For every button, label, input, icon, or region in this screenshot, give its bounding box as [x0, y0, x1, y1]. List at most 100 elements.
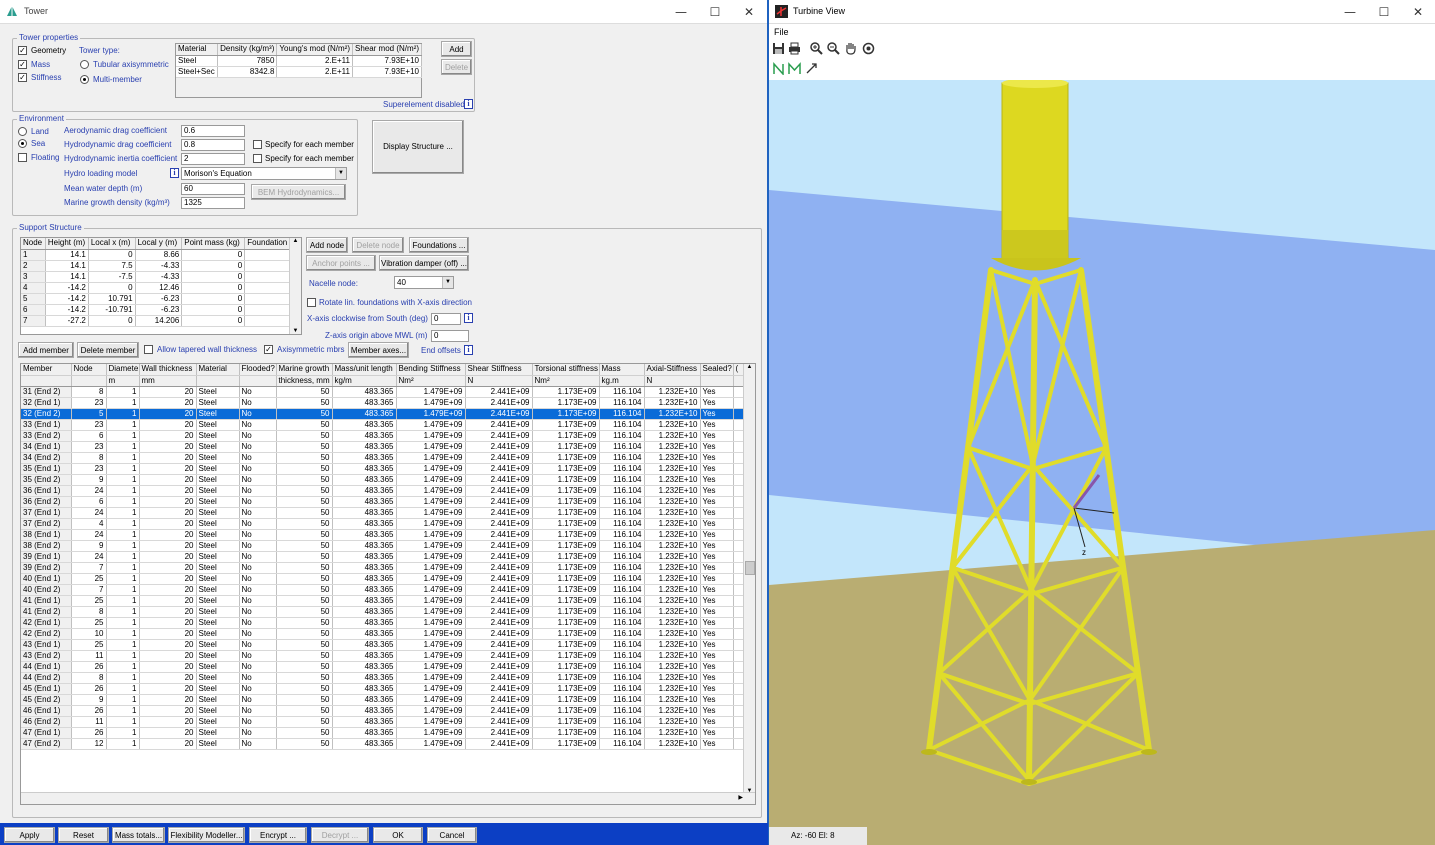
- member-axes-button[interactable]: Member axes...: [348, 342, 409, 358]
- node-row[interactable]: 5 -14.2 10.791 -6.23 0: [21, 293, 291, 305]
- member-cell[interactable]: [733, 419, 744, 431]
- member-cell[interactable]: Yes: [700, 584, 734, 596]
- member-cell[interactable]: 20: [139, 441, 197, 453]
- member-cell[interactable]: 20: [139, 661, 197, 673]
- member-cell[interactable]: 1: [106, 430, 140, 442]
- member-cell[interactable]: 1.232E+10: [644, 650, 701, 662]
- member-cell[interactable]: 483.365: [332, 584, 397, 596]
- node-cell[interactable]: -6.23: [135, 293, 183, 305]
- member-cell[interactable]: 1.173E+09: [532, 386, 600, 398]
- member-cell[interactable]: 20: [139, 452, 197, 464]
- node-cell[interactable]: 8.66: [135, 249, 183, 261]
- member-cell[interactable]: Steel: [196, 650, 240, 662]
- member-cell[interactable]: 483.365: [332, 463, 397, 475]
- member-cell[interactable]: 42 (End 2): [21, 628, 72, 640]
- member-row[interactable]: 36 (End 1) 24 1 20 Steel No 50 483.365 1.479E+09…: [21, 485, 744, 497]
- member-cell[interactable]: 38 (End 1): [21, 529, 72, 541]
- member-cell[interactable]: Steel: [196, 430, 240, 442]
- member-cell[interactable]: 2.441E+09: [465, 628, 533, 640]
- member-cell[interactable]: [733, 650, 744, 662]
- member-cell[interactable]: 1.173E+09: [532, 562, 600, 574]
- member-cell[interactable]: No: [239, 672, 277, 684]
- member-cell[interactable]: 1.479E+09: [396, 650, 466, 662]
- anchor-points-button[interactable]: Anchor points ...: [306, 255, 376, 271]
- member-cell[interactable]: 23: [71, 397, 107, 409]
- member-cell[interactable]: [733, 452, 744, 464]
- node-cell[interactable]: -6.23: [135, 304, 183, 316]
- member-cell[interactable]: 1.479E+09: [396, 716, 466, 728]
- member-cell[interactable]: [733, 474, 744, 486]
- member-cell[interactable]: 1.173E+09: [532, 551, 600, 563]
- member-cell[interactable]: 2.441E+09: [465, 595, 533, 607]
- member-cell[interactable]: 2.441E+09: [465, 573, 533, 585]
- member-cell[interactable]: 50: [276, 474, 333, 486]
- member-cell[interactable]: 25: [71, 595, 107, 607]
- member-cell[interactable]: 1.173E+09: [532, 463, 600, 475]
- member-cell[interactable]: 20: [139, 474, 197, 486]
- member-cell[interactable]: [733, 584, 744, 596]
- member-cell[interactable]: 116.104: [599, 705, 645, 717]
- member-cell[interactable]: 45 (End 1): [21, 683, 72, 695]
- member-cell[interactable]: 1.173E+09: [532, 430, 600, 442]
- member-cell[interactable]: 1: [106, 628, 140, 640]
- member-cell[interactable]: Yes: [700, 716, 734, 728]
- member-cell[interactable]: Steel: [196, 485, 240, 497]
- member-cell[interactable]: 2.441E+09: [465, 419, 533, 431]
- member-cell[interactable]: 24: [71, 507, 107, 519]
- member-cell[interactable]: 41 (End 1): [21, 595, 72, 607]
- member-cell[interactable]: 1.479E+09: [396, 463, 466, 475]
- node-cell[interactable]: 1: [21, 249, 46, 261]
- member-cell[interactable]: 26: [71, 683, 107, 695]
- member-cell[interactable]: Steel: [196, 463, 240, 475]
- member-cell[interactable]: 50: [276, 540, 333, 552]
- member-row[interactable]: 42 (End 1) 25 1 20 Steel No 50 483.365 1.479E+09…: [21, 617, 744, 629]
- close-button[interactable]: ✕: [734, 4, 764, 20]
- member-cell[interactable]: 116.104: [599, 573, 645, 585]
- member-cell[interactable]: No: [239, 474, 277, 486]
- member-cell[interactable]: 483.365: [332, 628, 397, 640]
- member-cell[interactable]: 7: [71, 584, 107, 596]
- member-cell[interactable]: 1.173E+09: [532, 529, 600, 541]
- member-cell[interactable]: 1.173E+09: [532, 595, 600, 607]
- superelement-info-icon[interactable]: i: [464, 99, 473, 109]
- member-cell[interactable]: 1: [106, 716, 140, 728]
- node-cell[interactable]: 0: [181, 282, 246, 294]
- member-cell[interactable]: [733, 496, 744, 508]
- node-cell[interactable]: 0: [88, 249, 136, 261]
- member-cell[interactable]: [733, 639, 744, 651]
- member-cell[interactable]: 20: [139, 518, 197, 530]
- member-cell[interactable]: 47 (End 1): [21, 727, 72, 739]
- member-cell[interactable]: 1: [106, 738, 140, 750]
- member-cell[interactable]: Steel: [196, 573, 240, 585]
- member-cell[interactable]: 116.104: [599, 606, 645, 618]
- member-cell[interactable]: [733, 595, 744, 607]
- water-depth-input[interactable]: 60: [181, 183, 245, 195]
- member-cell[interactable]: 1.479E+09: [396, 694, 466, 706]
- member-cell[interactable]: 116.104: [599, 650, 645, 662]
- ok-button[interactable]: OK: [373, 827, 423, 843]
- member-cell[interactable]: 50: [276, 529, 333, 541]
- member-cell[interactable]: 20: [139, 551, 197, 563]
- member-cell[interactable]: No: [239, 694, 277, 706]
- member-cell[interactable]: 1: [106, 540, 140, 552]
- apply-button[interactable]: Apply: [4, 827, 55, 843]
- shear-cell[interactable]: 7.93E+10: [352, 66, 423, 78]
- member-cell[interactable]: 483.365: [332, 694, 397, 706]
- member-cell[interactable]: [733, 551, 744, 563]
- member-cell[interactable]: 2.441E+09: [465, 694, 533, 706]
- member-cell[interactable]: Yes: [700, 496, 734, 508]
- member-row[interactable]: 34 (End 2) 8 1 20 Steel No 50 483.365 1.479E+09 2…: [21, 452, 744, 464]
- member-cell[interactable]: 24: [71, 551, 107, 563]
- z-axis-input[interactable]: 0: [431, 330, 469, 342]
- member-cell[interactable]: 1.232E+10: [644, 672, 701, 684]
- member-cell[interactable]: 483.365: [332, 617, 397, 629]
- node-cell[interactable]: [244, 304, 291, 316]
- member-cell[interactable]: Yes: [700, 606, 734, 618]
- member-cell[interactable]: 116.104: [599, 595, 645, 607]
- material-cell[interactable]: Steel: [176, 55, 219, 67]
- node-cell[interactable]: 14.1: [45, 249, 89, 261]
- member-cell[interactable]: No: [239, 463, 277, 475]
- member-cell[interactable]: 1: [106, 441, 140, 453]
- member-row[interactable]: 45 (End 1) 26 1 20 Steel No 50 483.365 1.479E+09…: [21, 683, 744, 695]
- member-cell[interactable]: 1: [106, 606, 140, 618]
